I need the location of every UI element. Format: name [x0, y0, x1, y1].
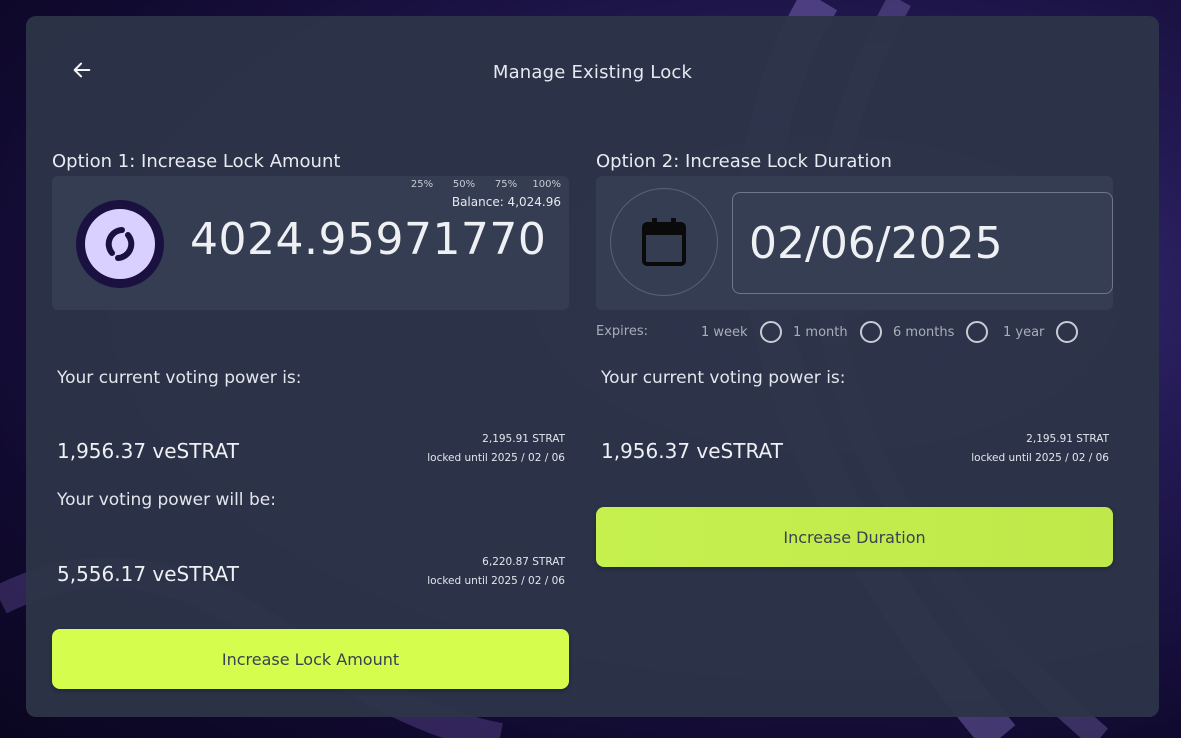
duration-current-lock-details: 2,195.91 STRAT locked until 2025 / 02 / …	[971, 430, 1109, 468]
expires-option-1-week[interactable]: 1 week	[701, 321, 782, 343]
duration-current-voting-power-label: Your current voting power is:	[601, 368, 846, 388]
future-voting-power-label: Your voting power will be:	[57, 490, 276, 510]
expires-option-label: 1 week	[701, 324, 748, 340]
expires-option-label: 6 months	[893, 324, 955, 340]
percent-25-button[interactable]: 25%	[401, 179, 443, 190]
page-title: Manage Existing Lock	[492, 62, 693, 83]
radio-1-month[interactable]	[859, 321, 882, 343]
strat-token-icon	[76, 200, 164, 288]
expires-label: Expires:	[596, 324, 648, 339]
current-voting-power-value: 1,956.37 veSTRAT	[57, 439, 239, 463]
expires-options: Expires: 1 week 1 month 6 months 1 year	[596, 321, 1113, 345]
current-locked-until: locked until 2025 / 02 / 06	[427, 452, 565, 464]
current-voting-power-label: Your current voting power is:	[57, 368, 302, 388]
current-lock-details: 2,195.91 STRAT locked until 2025 / 02 / …	[427, 430, 565, 468]
percent-50-button[interactable]: 50%	[443, 179, 485, 190]
calendar-button[interactable]	[610, 188, 718, 296]
lock-end-date-input[interactable]: 02/06/2025	[732, 192, 1113, 294]
increase-duration-button[interactable]: Increase Duration	[596, 507, 1113, 567]
future-lock-details: 6,220.87 STRAT locked until 2025 / 02 / …	[427, 553, 565, 591]
future-voting-power-value: 5,556.17 veSTRAT	[57, 562, 239, 586]
increase-lock-amount-button[interactable]: Increase Lock Amount	[52, 629, 569, 689]
option1-title: Option 1: Increase Lock Amount	[52, 151, 341, 172]
balance-text: Balance: 4,024.96	[451, 195, 561, 209]
percent-75-button[interactable]: 75%	[485, 179, 527, 190]
calendar-icon	[642, 218, 686, 266]
expires-option-6-months[interactable]: 6 months	[893, 321, 989, 343]
duration-locked-amount: 2,195.91 STRAT	[1026, 433, 1109, 445]
percent-buttons: 25% 50% 75% 100%	[401, 179, 561, 190]
radio-1-week[interactable]	[759, 321, 782, 343]
expires-option-label: 1 month	[793, 324, 848, 340]
current-locked-amount: 2,195.91 STRAT	[482, 433, 565, 445]
expires-option-label: 1 year	[1003, 324, 1045, 340]
future-locked-until: locked until 2025 / 02 / 06	[427, 575, 565, 587]
manage-lock-panel: Manage Existing Lock Option 1: Increase …	[26, 16, 1159, 717]
future-locked-amount: 6,220.87 STRAT	[482, 556, 565, 568]
option2-title: Option 2: Increase Lock Duration	[596, 151, 892, 172]
percent-100-button[interactable]: 100%	[527, 179, 561, 190]
radio-6-months[interactable]	[966, 321, 989, 343]
duration-current-voting-power-value: 1,956.37 veSTRAT	[601, 439, 783, 463]
amount-input-box: 25% 50% 75% 100% Balance: 4,024.96 4024.…	[52, 176, 569, 310]
expires-option-1-year[interactable]: 1 year	[1003, 321, 1079, 343]
radio-1-year[interactable]	[1056, 321, 1079, 343]
lock-amount-input[interactable]: 4024.95971770	[190, 214, 546, 265]
duration-locked-until: locked until 2025 / 02 / 06	[971, 452, 1109, 464]
expires-option-1-month[interactable]: 1 month	[793, 321, 882, 343]
